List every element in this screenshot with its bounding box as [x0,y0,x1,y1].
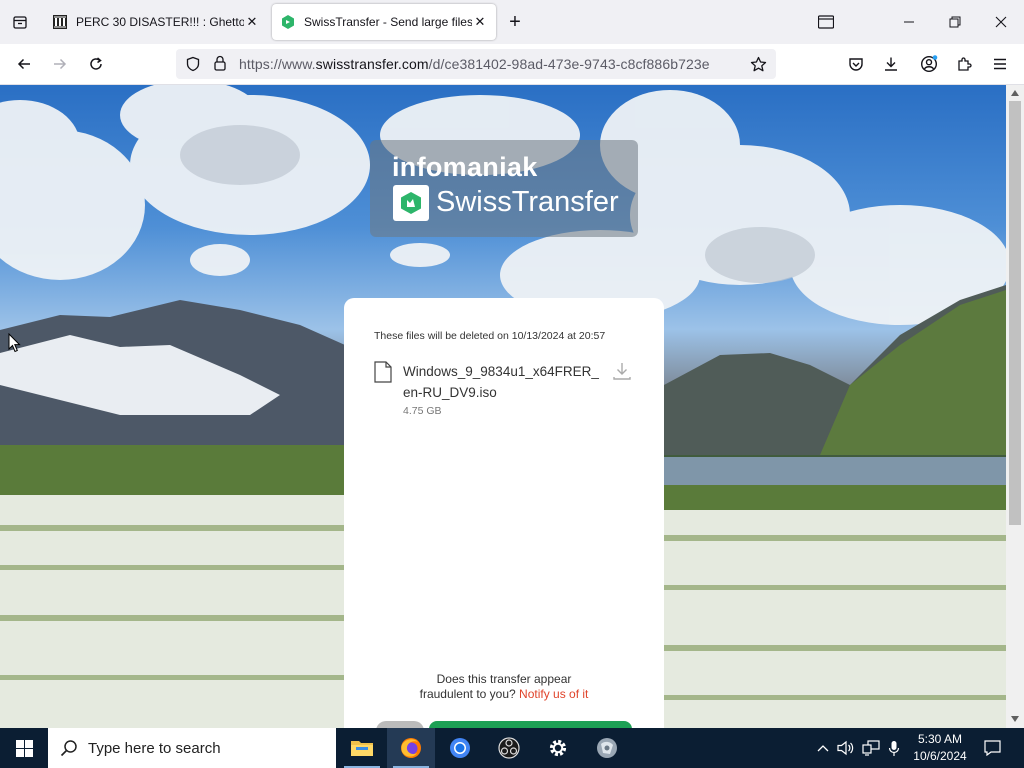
show-tabs-button[interactable] [803,0,849,44]
clock-date: 10/6/2024 [913,749,967,763]
reload-icon [90,57,102,70]
secondary-button[interactable] [376,721,424,728]
show-hidden-icons[interactable] [812,728,834,768]
obs-app[interactable] [485,728,533,768]
account-button[interactable] [915,50,943,78]
brand-swisstransfer: SwissTransfer [436,186,619,218]
chrome-app[interactable] [436,728,484,768]
download-icon [885,57,897,71]
folder-icon [351,741,373,756]
minimize-icon [904,21,914,23]
downloads-button[interactable] [877,50,905,78]
puzzle-icon [958,57,972,71]
account-icon [920,55,938,73]
network-button[interactable] [860,728,882,768]
file-size: 4.75 GB [403,405,442,417]
url-domain: swisstransfer.com [315,56,429,72]
notify-link[interactable]: Notify us of it [519,687,588,701]
fraud-question-2: fraudulent to you? [419,687,516,701]
fraud-report: Does this transfer appear fraudulent to … [344,672,664,702]
clock-time: 5:30 AM [917,732,963,746]
expiry-notice: These files will be deleted on 10/13/202… [374,330,606,342]
window-icon [818,15,834,29]
file-name[interactable]: Windows_9_9834u1_x64FRER_en-RU_DV9.iso [403,361,603,403]
chevron-up-icon [817,745,829,752]
close-tab-icon[interactable]: ✕ [244,14,260,30]
forward-arrow-icon [54,58,67,70]
search-placeholder: Type here to search [88,739,221,757]
scrollbar-thumb[interactable] [1009,101,1021,525]
file-icon [374,361,392,383]
tab-title: SwissTransfer - Send large files s [304,15,472,29]
fraud-question: Does this transfer appear [436,672,572,686]
network-icon [862,740,880,756]
system-clock[interactable]: 5:30 AM 10/6/2024 [905,731,975,765]
microphone-icon [888,740,900,756]
infomaniak-logo: infomaniak SwissTransfer [370,140,638,237]
back-arrow-icon [17,58,30,70]
tab-list-icon [13,16,27,29]
lock-icon[interactable] [213,55,227,72]
hamburger-icon [994,58,1006,70]
bookmark-star-icon[interactable] [750,56,767,73]
unknown-app[interactable] [583,728,631,768]
search-icon [60,740,77,757]
swisstransfer-favicon-icon [282,15,294,29]
brand-infomaniak: infomaniak [392,152,538,182]
chrome-icon [450,738,470,758]
settings-app[interactable] [534,728,582,768]
swisstransfer-logo-icon [393,185,429,221]
new-tab-button[interactable]: + [503,10,527,34]
gear-icon [549,739,567,757]
close-tab-icon[interactable]: ✕ [472,14,488,30]
back-button[interactable] [10,50,38,78]
vertical-scrollbar[interactable] [1006,85,1024,728]
forward-button[interactable] [46,50,74,78]
microphone-button[interactable] [884,728,904,768]
address-bar[interactable]: https://www.swisstransfer.com/d/ce381402… [176,49,776,79]
url-path: /d/ce381402-98ad-473e-9743-c8cf886b723e [428,56,710,72]
minimize-button[interactable] [886,0,932,44]
file-explorer-app[interactable] [338,728,386,768]
firefox-icon [401,738,421,758]
extensions-button[interactable] [950,50,978,78]
url-prefix: https://www. [239,56,316,72]
windows-logo-icon [15,739,33,757]
tab-strip: PERC 30 DISASTER!!! : Ghetto Sn ✕ SwissT… [0,0,1024,44]
download-button[interactable] [429,721,632,728]
close-window-button[interactable] [978,0,1024,44]
notification-icon [983,740,1001,756]
maximize-button[interactable] [932,0,978,44]
tab-list-button[interactable] [0,0,40,44]
obs-icon [498,737,520,759]
tab-title: PERC 30 DISASTER!!! : Ghetto Sn [76,15,244,29]
navigation-toolbar: https://www.swisstransfer.com/d/ce381402… [0,44,1024,85]
page-content: infomaniak SwissTransfer These files wil… [0,85,1006,728]
scroll-up-icon[interactable] [1011,90,1019,96]
url-text[interactable]: https://www.swisstransfer.com/d/ce381402… [239,56,710,72]
disc-app-icon [597,738,617,758]
restore-icon [949,16,961,28]
pocket-button[interactable] [842,50,870,78]
download-file-icon[interactable] [612,361,632,381]
download-card: These files will be deleted on 10/13/202… [344,298,664,728]
firefox-app[interactable] [387,728,435,768]
pillar-favicon-icon [53,15,67,29]
notifications-button[interactable] [978,728,1006,768]
shield-icon[interactable] [185,56,201,72]
reload-button[interactable] [82,50,110,78]
volume-button[interactable] [835,728,857,768]
mouse-cursor-icon [8,333,21,353]
pocket-icon [849,58,863,71]
start-button[interactable] [0,728,48,768]
tab-reddit[interactable]: PERC 30 DISASTER!!! : Ghetto Sn ✕ [44,4,268,40]
taskbar: Type here to search 5:30 AM 10/6/2024 [0,728,1024,768]
scroll-down-icon[interactable] [1011,716,1019,722]
speaker-icon [837,740,854,756]
taskbar-search[interactable]: Type here to search [48,728,336,768]
menu-button[interactable] [986,50,1014,78]
tab-swisstransfer[interactable]: SwissTransfer - Send large files s ✕ [272,4,496,40]
close-icon [995,16,1007,28]
